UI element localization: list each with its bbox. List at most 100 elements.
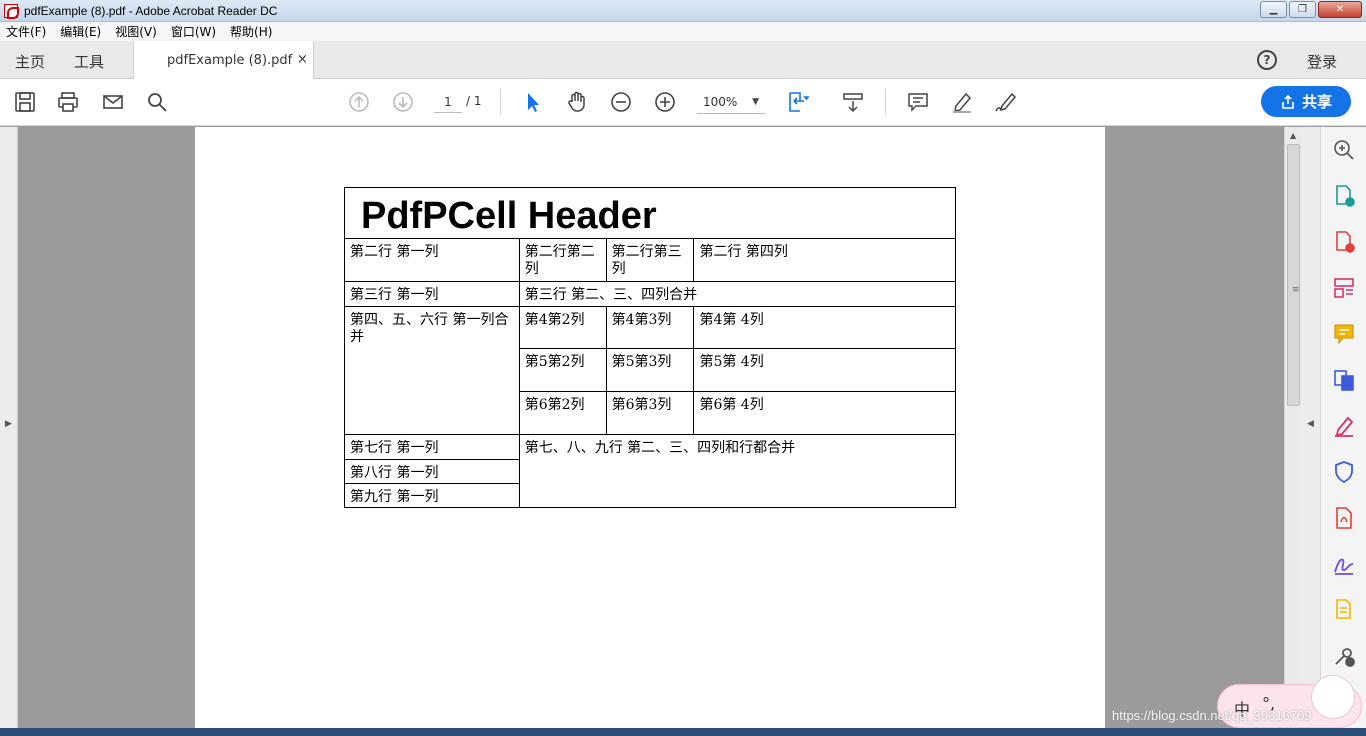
document-viewport[interactable]: PdfPCell Header 第二行 第一列 第二行第二列 第二行第三列 第二… [18,127,1284,728]
table-row: 第三行 第一列 第三行 第二、三、四列合并 [344,281,957,307]
table-cell: 第二行第二列 [518,238,607,282]
table-cell: 第二行 第四列 [693,238,956,282]
table-row: 第二行 第一列 第二行第二列 第二行第三列 第二行 第四列 [344,238,956,282]
table-header-cell: PdfPCell Header [344,187,956,239]
table-cell: 第5第 4列 [693,348,956,392]
table-row: 第七行 第一列 第七、八、九行 第二、三、四列和行都合并 [344,434,957,508]
help-icon[interactable]: ? [1257,50,1277,70]
right-pane-toggle[interactable]: ◀ [1302,127,1320,728]
tab-home[interactable]: 主页 [15,51,45,72]
table-cell: 第八行 第一列 [344,459,520,484]
close-window-button[interactable]: ✕ [1318,1,1362,18]
table-cell: 第九行 第一列 [344,483,520,508]
table-cell: 第七、八、九行 第二、三、四列和行都合并 [518,434,957,508]
close-tab-icon[interactable]: × [297,52,308,67]
scrollbar-thumb[interactable]: ≡ [1287,144,1300,406]
title-bar: pdfExample (8).pdf - Adobe Acrobat Reade… [0,0,1366,22]
zoom-search-icon[interactable] [1332,138,1356,162]
left-nav-pane[interactable]: ▶ [0,127,18,728]
next-page-icon[interactable] [390,89,416,115]
page-number-input[interactable]: 1 [434,93,462,113]
table-cell: 第4第2列 [518,306,607,349]
save-icon[interactable] [12,89,38,115]
maximize-button[interactable]: ❐ [1289,1,1316,18]
tab-document[interactable]: pdfExample (8).pdf × [133,41,314,79]
signin-link[interactable]: 登录 [1307,51,1337,72]
expand-left-pane-icon[interactable]: ▶ [5,419,12,429]
toolbar-divider [500,89,501,115]
blog-watermark: https://blog.csdn.net/qq_30316709 [1112,708,1312,723]
table-cell: 第三行 第一列 [344,281,520,307]
right-tools-pane [1320,127,1366,728]
table-cell: 第5第2列 [518,348,607,392]
minimize-button[interactable]: ▁ [1260,1,1287,18]
share-button[interactable]: 共享 [1261,86,1351,117]
chevron-down-icon: ▼ [752,97,759,107]
comment-tool-icon[interactable] [1332,322,1356,346]
table-cell: 第6第 4列 [693,391,956,435]
draw-signature-icon[interactable] [993,89,1019,115]
fill-sign-icon[interactable] [1332,414,1356,438]
collapse-right-pane-icon[interactable]: ◀ [1307,419,1314,429]
organize-pages-icon[interactable] [1332,276,1356,300]
zoom-level-select[interactable]: 100% ▼ [697,92,765,114]
toolbar-divider [885,89,886,115]
acrobat-logo-icon [4,3,19,19]
zoom-in-icon[interactable] [652,89,678,115]
highlight-icon[interactable] [949,89,975,115]
table-cell: 第二行第三列 [605,238,695,282]
more-tools-icon[interactable] [1332,644,1356,668]
table-cell: 第二行 第一列 [344,238,520,282]
table-cell: 第6第2列 [518,391,607,435]
hand-tool-icon[interactable] [564,89,590,115]
vertical-scrollbar[interactable]: ▲ ≡ [1284,127,1302,728]
email-icon[interactable] [100,89,126,115]
menu-window[interactable]: 窗口(W) [171,23,216,40]
menu-view[interactable]: 视图(V) [115,23,157,40]
share-icon [1282,94,1294,109]
table-cell: 第5第3列 [605,348,695,392]
fit-page-icon[interactable] [784,89,810,115]
document-tab-label: pdfExample (8).pdf [167,53,293,68]
share-label: 共享 [1301,93,1332,111]
protect-shield-icon[interactable] [1332,460,1356,484]
comment-icon[interactable] [905,89,931,115]
grip-icon: ≡ [1292,285,1300,295]
taskbar [0,728,1366,736]
pdf-file-icon[interactable] [1332,506,1356,530]
table-row: 第四、五、六行 第一列合并 第4第2列 第4第3列 第4第 4列 [344,306,956,435]
pdf-table: PdfPCell Header 第二行 第一列 第二行第二列 第二行第三列 第二… [344,187,957,508]
table-cell: 第七行 第一列 [344,434,520,460]
scroll-mode-icon[interactable] [840,89,866,115]
ime-mascot-icon [1311,675,1355,719]
table-cell: 第4第3列 [605,306,695,349]
menu-file[interactable]: 文件(F) [6,23,46,40]
table-cell: 第三行 第二、三、四列合并 [518,281,957,307]
create-pdf-icon[interactable] [1332,230,1356,254]
page-total: / 1 [466,94,482,108]
window-controls: ▁ ❐ ✕ [1260,1,1362,18]
search-icon[interactable] [144,89,170,115]
select-cursor-icon[interactable] [520,89,546,115]
tab-tools[interactable]: 工具 [74,51,104,72]
window-title: pdfExample (8).pdf - Adobe Acrobat Reade… [24,3,278,18]
print-icon[interactable] [55,89,81,115]
edit-document-icon[interactable] [1332,598,1356,622]
main-toolbar: 1 / 1 100% ▼ [0,79,1366,126]
menu-edit[interactable]: 编辑(E) [60,23,101,40]
pdf-page: PdfPCell Header 第二行 第一列 第二行第二列 第二行第三列 第二… [195,127,1105,728]
export-pdf-icon[interactable] [1332,184,1356,208]
table-cell: 第6第3列 [605,391,695,435]
zoom-level-value: 100% [703,95,738,109]
zoom-out-icon[interactable] [608,89,634,115]
table-cell: 第四、五、六行 第一列合并 [344,306,520,435]
scroll-up-arrow-icon[interactable]: ▲ [1290,131,1296,140]
table-cell: 第4第 4列 [693,306,956,349]
menu-help[interactable]: 帮助(H) [230,23,272,40]
table-row: PdfPCell Header [344,187,956,239]
send-for-signature-icon[interactable] [1332,552,1356,576]
previous-page-icon[interactable] [346,89,372,115]
menu-bar: 文件(F) 编辑(E) 视图(V) 窗口(W) 帮助(H) [0,22,1366,41]
tab-bar: 主页 工具 pdfExample (8).pdf × [0,41,1366,79]
combine-files-icon[interactable] [1332,368,1356,392]
